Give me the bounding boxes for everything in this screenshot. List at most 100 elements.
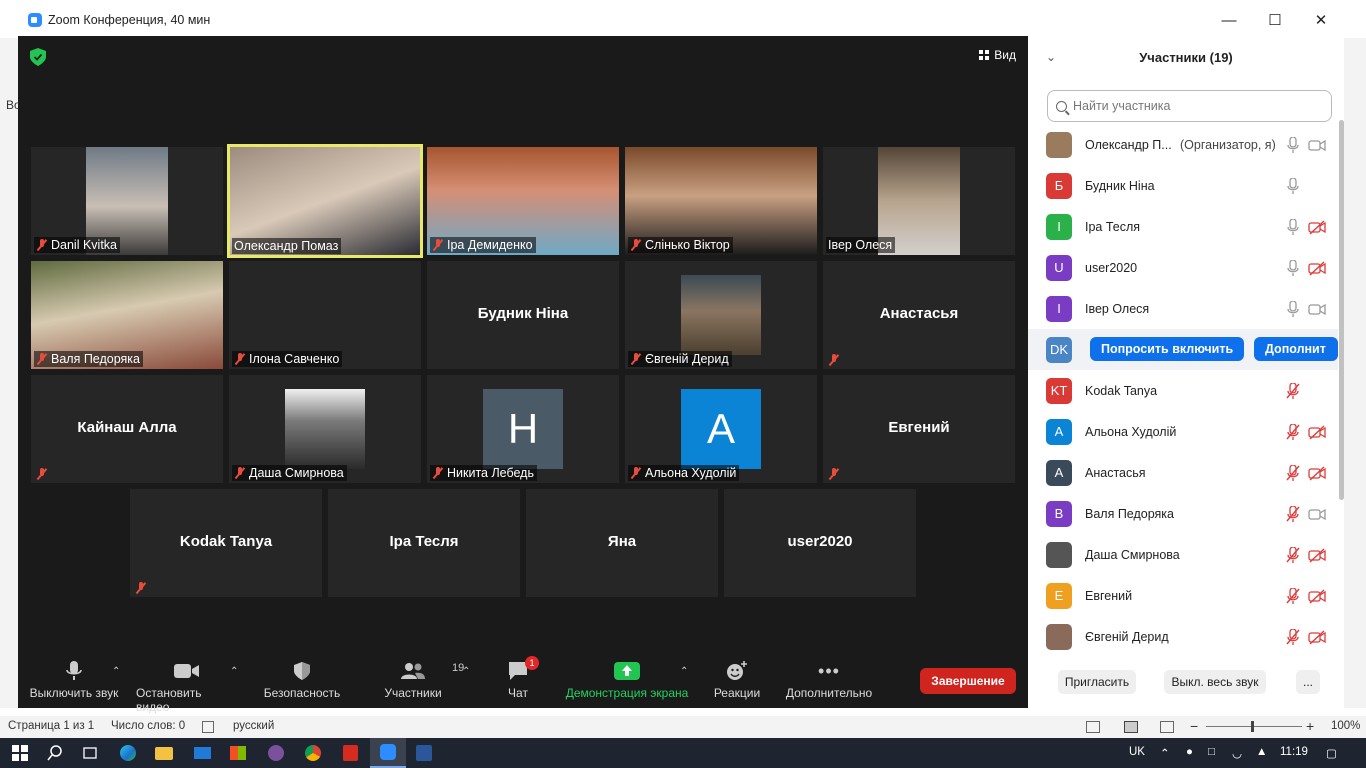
video-tile[interactable]: Івер Олеся xyxy=(823,147,1015,255)
video-tile[interactable]: user2020 xyxy=(724,489,916,597)
clock[interactable]: 11:19 xyxy=(1280,746,1308,758)
video-tile[interactable]: Даша Смирнова xyxy=(229,375,421,483)
share-options-caret-icon[interactable]: ⌃ xyxy=(680,666,688,677)
video-tile[interactable]: Danil Kvitka xyxy=(31,147,223,255)
mic-muted-icon[interactable] xyxy=(1286,504,1300,522)
microphone-icon[interactable] xyxy=(1286,176,1300,194)
zoom-out-icon[interactable]: − xyxy=(1190,718,1198,734)
video-tile[interactable]: Будник Ніна xyxy=(427,261,619,369)
tray-wifi-icon[interactable]: ◡ xyxy=(1232,746,1242,760)
store-icon[interactable] xyxy=(228,743,248,763)
participant-row[interactable]: DK Попросить включить Дополнит xyxy=(1028,329,1338,370)
mail-icon[interactable] xyxy=(192,743,212,763)
acrobat-icon[interactable] xyxy=(340,743,360,763)
participant-row[interactable]: Даша Смирнова xyxy=(1028,534,1338,575)
video-tile[interactable]: Євгеній Дерид xyxy=(625,261,817,369)
participant-row[interactable]: І Івер Олеся xyxy=(1028,288,1338,329)
participant-row[interactable]: Б Будник Ніна xyxy=(1028,165,1338,206)
mic-muted-icon[interactable] xyxy=(1286,586,1300,604)
video-off-icon[interactable] xyxy=(1308,219,1326,235)
zoom-taskbar-icon[interactable] xyxy=(370,738,406,768)
participants-button[interactable]: 19 Участники xyxy=(378,656,464,700)
minimize-button[interactable]: — xyxy=(1206,4,1252,36)
web-layout-icon[interactable] xyxy=(1160,721,1174,733)
proofing-icon[interactable] xyxy=(202,721,214,733)
encryption-shield-icon[interactable] xyxy=(30,48,46,66)
zoom-slider-track[interactable] xyxy=(1206,726,1302,727)
reactions-button[interactable]: Реакции xyxy=(708,656,766,700)
task-view-icon[interactable] xyxy=(80,743,100,763)
video-tile[interactable]: Валя Педоряка xyxy=(31,261,223,369)
participant-row[interactable]: А Альона Худолій xyxy=(1028,411,1338,452)
zoom-level[interactable]: 100% xyxy=(1331,720,1360,732)
chrome-icon[interactable] xyxy=(303,743,323,763)
video-tile[interactable]: А Альона Худолій xyxy=(625,375,817,483)
video-options-caret-icon[interactable]: ⌃ xyxy=(230,666,238,677)
zoom-in-icon[interactable]: + xyxy=(1306,718,1314,734)
page-count[interactable]: Страница 1 из 1 xyxy=(8,720,94,732)
share-screen-button[interactable]: Демонстрация экрана xyxy=(564,656,690,700)
mic-muted-icon[interactable] xyxy=(1286,422,1300,440)
video-tile[interactable]: Ілона Савченко xyxy=(229,261,421,369)
audio-options-caret-icon[interactable]: ⌃ xyxy=(112,666,120,677)
video-tile[interactable]: Іра Тесля xyxy=(328,489,520,597)
zoom-slider-knob[interactable] xyxy=(1251,721,1254,732)
tray-network-icon[interactable]: □ xyxy=(1208,746,1215,758)
mic-muted-icon[interactable] xyxy=(1286,627,1300,645)
stop-video-button[interactable]: Остановить видео xyxy=(136,656,238,714)
participant-row[interactable]: KT Kodak Tanya xyxy=(1028,370,1338,411)
video-off-icon[interactable] xyxy=(1308,629,1326,645)
mic-muted-icon[interactable] xyxy=(1286,545,1300,563)
close-button[interactable]: ✕ xyxy=(1298,4,1344,36)
viber-icon[interactable] xyxy=(266,743,286,763)
participant-row[interactable]: Е Евгений xyxy=(1028,575,1338,616)
search-taskbar-icon[interactable] xyxy=(45,743,65,763)
tray-microphone-icon[interactable]: ● xyxy=(1186,746,1193,758)
video-off-icon[interactable] xyxy=(1308,260,1326,276)
tray-volume-icon[interactable]: ▲ xyxy=(1256,746,1267,758)
video-tile[interactable]: Анастасья xyxy=(823,261,1015,369)
print-layout-icon[interactable] xyxy=(1124,721,1138,733)
participant-search-input[interactable]: Найти участника xyxy=(1047,90,1332,122)
read-mode-icon[interactable] xyxy=(1086,721,1100,733)
microphone-icon[interactable] xyxy=(1286,299,1300,317)
chat-button[interactable]: 1 Чат xyxy=(496,656,540,700)
maximize-button[interactable]: ☐ xyxy=(1252,4,1298,36)
video-off-icon[interactable] xyxy=(1308,588,1326,604)
input-language[interactable]: UK xyxy=(1129,746,1145,758)
mute-button[interactable]: Выключить звук xyxy=(28,656,120,700)
edge-browser-icon[interactable] xyxy=(118,743,138,763)
video-camera-icon[interactable] xyxy=(1308,137,1326,153)
view-button[interactable]: Вид xyxy=(979,48,1016,62)
participant-row[interactable]: В Валя Педоряка xyxy=(1028,493,1338,534)
invite-button[interactable]: Пригласить xyxy=(1058,670,1136,694)
security-button[interactable]: Безопасность xyxy=(262,656,342,700)
video-tile[interactable]: Н Никита Лебедь xyxy=(427,375,619,483)
microphone-icon[interactable] xyxy=(1286,135,1300,153)
mic-muted-icon[interactable] xyxy=(1286,381,1300,399)
participant-row[interactable]: Євгеній Дерид xyxy=(1028,616,1338,657)
participants-caret-icon[interactable]: ⌃ xyxy=(462,666,470,677)
mic-muted-icon[interactable] xyxy=(1286,463,1300,481)
video-off-icon[interactable] xyxy=(1308,465,1326,481)
tray-chevron-icon[interactable]: ⌃ xyxy=(1160,746,1170,760)
participant-list-scrollbar[interactable] xyxy=(1339,120,1344,500)
word-taskbar-icon[interactable] xyxy=(414,743,434,763)
notifications-icon[interactable]: ▢ xyxy=(1326,746,1337,760)
language-indicator[interactable]: русский xyxy=(233,720,274,732)
video-tile[interactable]: Яна xyxy=(526,489,718,597)
panel-more-button[interactable]: ... xyxy=(1296,670,1320,694)
end-meeting-button[interactable]: Завершение xyxy=(920,668,1016,694)
windows-start-icon[interactable] xyxy=(10,743,30,763)
file-explorer-icon[interactable] xyxy=(154,743,174,763)
participant-row[interactable]: А Анастасья xyxy=(1028,452,1338,493)
word-count[interactable]: Число слов: 0 xyxy=(111,720,185,732)
participant-row[interactable]: Uuser2020 xyxy=(1028,247,1338,288)
video-camera-icon[interactable] xyxy=(1308,506,1326,522)
participant-row[interactable]: Олександр П... (Организатор, я) xyxy=(1028,124,1338,165)
video-tile[interactable]: Слінько Віктор xyxy=(625,147,817,255)
microphone-icon[interactable] xyxy=(1286,217,1300,235)
video-tile[interactable]: Кайнаш Алла xyxy=(31,375,223,483)
more-button[interactable]: ••• Дополнительно xyxy=(782,656,876,701)
video-off-icon[interactable] xyxy=(1308,424,1326,440)
